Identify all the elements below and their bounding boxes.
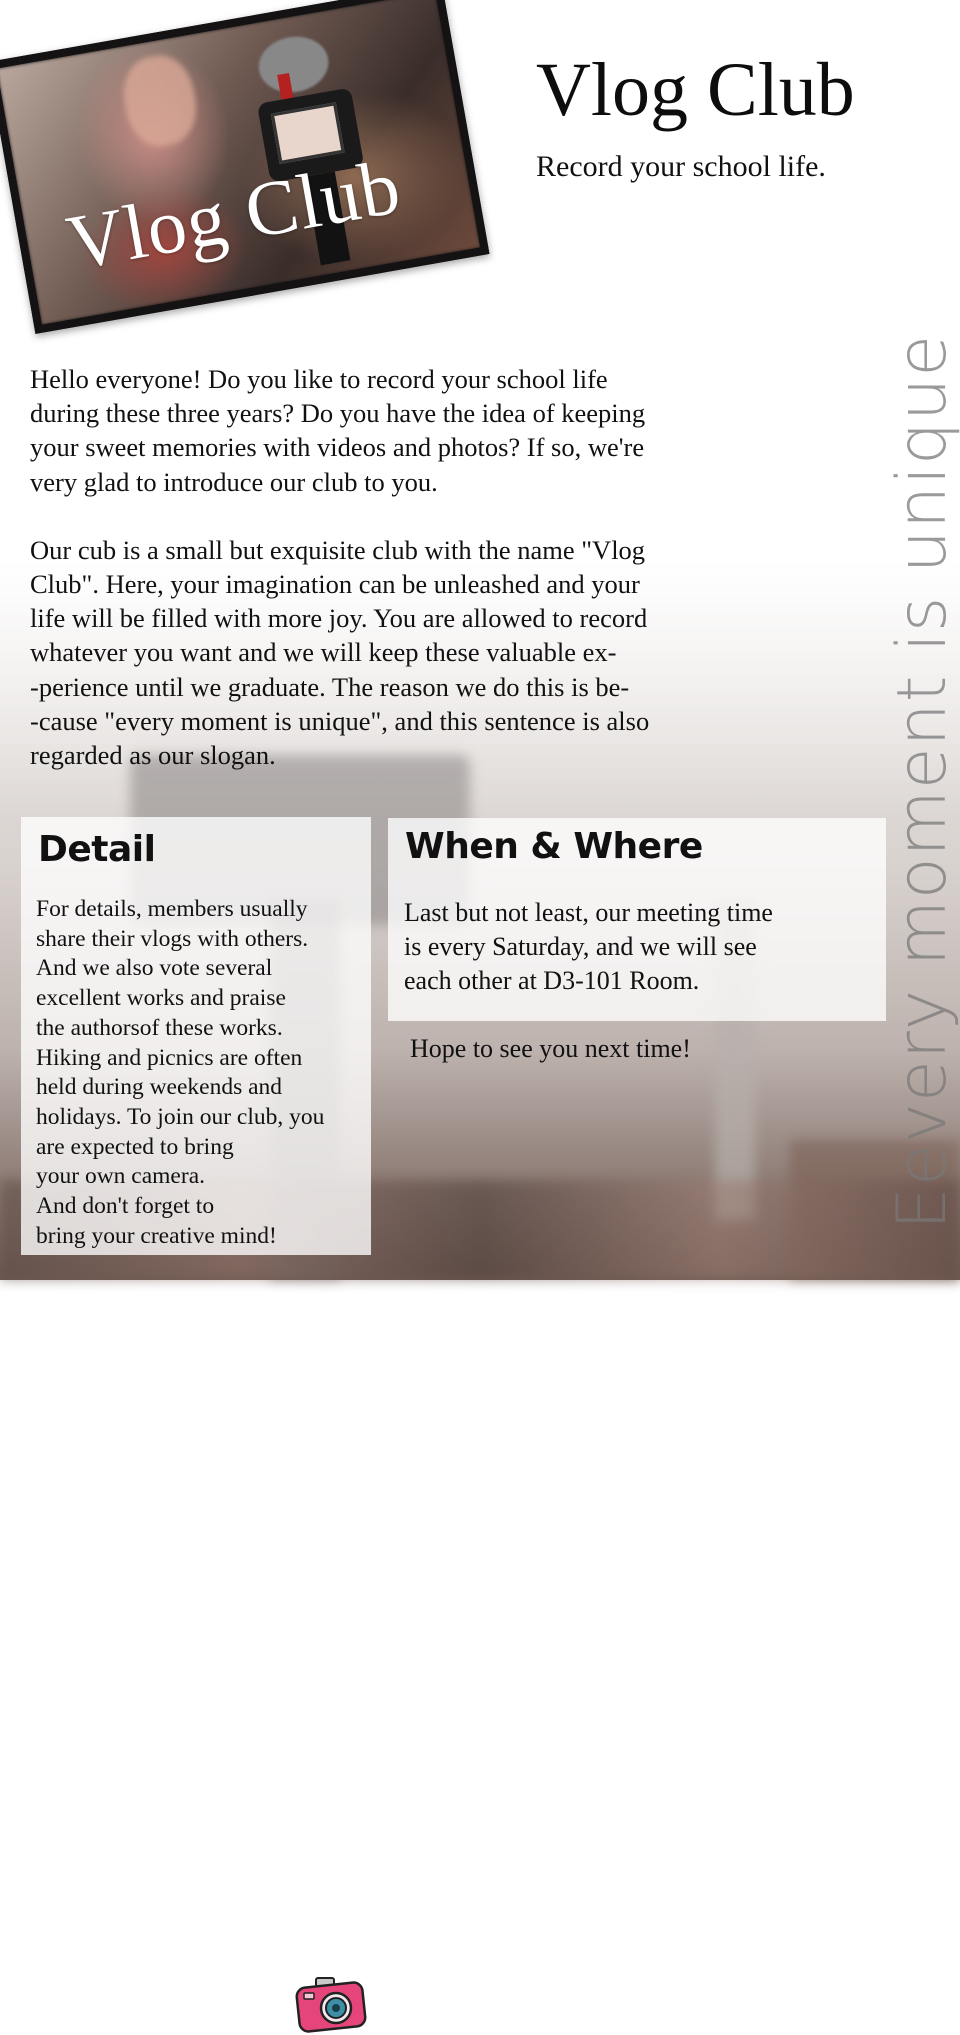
vertical-slogan: Eevery moment is unique	[883, 333, 960, 1230]
closing-message: Hope to see you next time!	[410, 1034, 691, 1063]
when-where-heading: When & Where	[405, 826, 703, 867]
when-where-panel: When & Where Last but not least, our mee…	[388, 818, 886, 1021]
detail-panel: Detail For details, members usually shar…	[21, 817, 371, 2033]
camera-icon	[295, 1977, 367, 2033]
detail-body: For details, members usually share their…	[36, 896, 325, 1249]
detail-heading: Detail	[38, 829, 156, 870]
intro-paragraph-1: Hello everyone! Do you like to record yo…	[30, 364, 646, 497]
when-where-body: Last but not least, our meeting time is …	[404, 898, 773, 995]
page-title: Vlog Club	[536, 48, 855, 132]
page-tagline: Record your school life.	[536, 150, 826, 183]
intro-paragraph-2: Our cub is a small but exquisite club wi…	[30, 534, 650, 771]
intro-section: Hello everyone! Do you like to record yo…	[30, 362, 750, 772]
